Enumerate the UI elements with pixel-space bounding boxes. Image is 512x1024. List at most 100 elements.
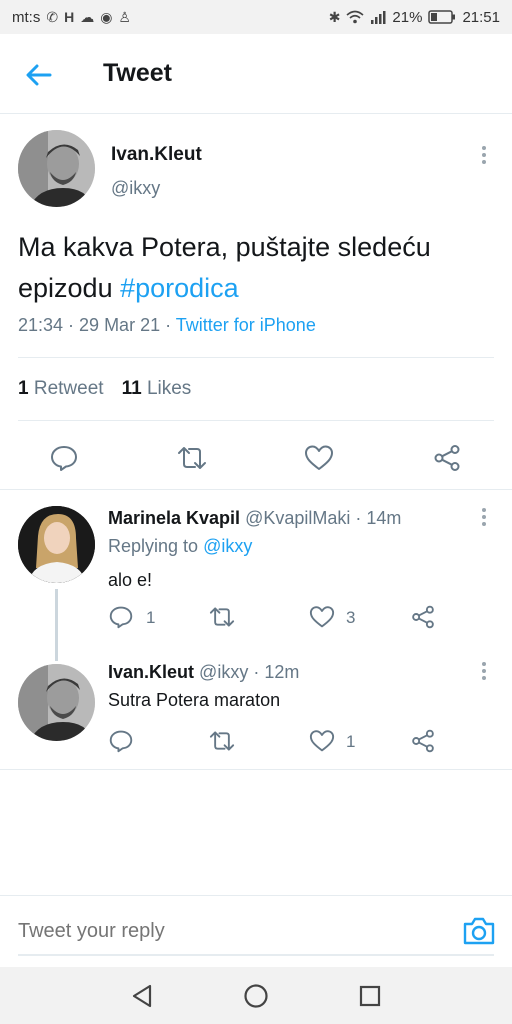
dot (482, 160, 486, 164)
share-button[interactable] (410, 728, 436, 754)
retweet-button[interactable] (207, 728, 237, 754)
likes-count: 11 (121, 378, 142, 399)
square-recents-icon (359, 985, 381, 1007)
reply-author-name[interactable]: Marinela Kvapil (108, 508, 240, 528)
call-icon: ✆ (46, 8, 59, 25)
like-button[interactable] (309, 728, 335, 754)
reply-meta: @ikxy · 12m (199, 662, 300, 682)
share-icon (412, 729, 434, 753)
page-title: Tweet (103, 59, 172, 87)
heart-icon (309, 606, 335, 628)
dot (482, 522, 486, 526)
share-button[interactable] (410, 604, 436, 630)
tweet-meta: 21:34 · 29 Mar 21 · Twitter for iPhone (18, 315, 316, 336)
notification-h-icon: H (64, 9, 75, 25)
replying-label: Replying to (108, 536, 204, 556)
dot (482, 676, 486, 680)
heart-icon (305, 445, 333, 470)
camera-button[interactable] (462, 916, 496, 946)
author-handle[interactable]: @ikxy (111, 178, 160, 199)
status-bar: mt:s ✆ H ☁ ◉ ♙ ✱ 21% 21:51 (0, 0, 512, 34)
divider (18, 420, 494, 421)
nav-recents-button[interactable] (356, 982, 384, 1010)
reply-tweet[interactable]: Marinela Kvapil @KvapilMaki · 14m Replyi… (0, 490, 512, 658)
reply-author-name[interactable]: Ivan.Kleut (108, 662, 194, 682)
likes-stat[interactable]: 11 Likes (122, 378, 192, 400)
bluetooth-icon: ✱ (328, 8, 341, 25)
dot (482, 146, 486, 150)
author-avatar[interactable] (18, 130, 95, 207)
reply-header: Marinela Kvapil @KvapilMaki · 14m (108, 508, 401, 529)
circle-home-icon (244, 984, 268, 1008)
dot (482, 508, 486, 512)
reply-count: 1 (146, 608, 156, 627)
share-icon (412, 605, 434, 629)
dot (482, 669, 486, 673)
reply-actions: 1 3 (0, 604, 512, 634)
reply-input[interactable] (18, 920, 418, 943)
reply-icon (109, 606, 133, 629)
status-right: ✱ 21% 21:51 (329, 9, 500, 26)
likes-label: Likes (146, 378, 192, 399)
chrome-icon: ◉ (100, 8, 113, 25)
top-app-bar: Tweet (0, 34, 512, 114)
signal-icon (371, 11, 386, 24)
dot (482, 515, 486, 519)
like-count: 1 (346, 732, 356, 751)
reply-more-button[interactable] (474, 656, 494, 686)
reply-compose-bar (0, 895, 512, 967)
system-nav-bar (0, 967, 512, 1024)
camera-icon (463, 917, 495, 945)
carrier-label: mt:s (12, 8, 41, 26)
back-arrow-icon (26, 64, 52, 86)
battery-percent: 21% (392, 8, 423, 26)
reply-tweet[interactable]: Ivan.Kleut @ikxy · 12m Sutra Potera mara… (0, 650, 512, 770)
like-count: 3 (346, 608, 356, 627)
hashtag-link[interactable]: #porodica (120, 273, 239, 303)
retweet-icon (209, 731, 235, 751)
share-button[interactable] (431, 442, 463, 474)
dot (482, 153, 486, 157)
retweet-icon (178, 447, 206, 469)
reply-icon (109, 730, 133, 753)
back-button[interactable] (22, 58, 56, 92)
retweet-button[interactable] (176, 442, 208, 474)
reply-button[interactable] (48, 442, 80, 474)
user-alert-icon: ♙ (118, 8, 131, 25)
cloud-icon: ☁ (80, 8, 95, 25)
like-button[interactable] (303, 442, 335, 474)
tweet-text: Ma kakva Potera, puštajte sledeću epizod… (18, 227, 488, 309)
nav-home-button[interactable] (242, 982, 270, 1010)
heart-icon (309, 730, 335, 752)
replying-mention-link[interactable]: @ikxy (203, 536, 252, 556)
reply-icon (51, 446, 77, 471)
reply-more-button[interactable] (474, 502, 494, 532)
clock: 21:51 (462, 8, 500, 26)
tweet-source-link[interactable]: Twitter for iPhone (176, 315, 316, 335)
reply-text: alo e! (108, 570, 153, 590)
input-underline (18, 954, 494, 956)
reply-button[interactable] (108, 728, 134, 754)
tweet-stats: 1 Retweet 11 Likes (18, 378, 191, 400)
retweet-label: Retweet (33, 378, 104, 399)
retweet-button[interactable] (207, 604, 237, 630)
triangle-back-icon (132, 984, 152, 1008)
author-name[interactable]: Ivan.Kleut (111, 144, 202, 166)
reply-author-avatar[interactable] (18, 506, 95, 583)
share-icon (434, 445, 460, 471)
like-button[interactable] (309, 604, 335, 630)
reply-button[interactable] (108, 604, 134, 630)
reply-header: Ivan.Kleut @ikxy · 12m (108, 662, 299, 683)
dot (482, 662, 486, 666)
more-options-button[interactable] (474, 140, 494, 170)
tweet-actions (0, 432, 512, 488)
status-left: mt:s ✆ H ☁ ◉ ♙ (12, 9, 131, 26)
reply-text: Sutra Potera maraton (108, 690, 281, 710)
avatar-photo (18, 130, 95, 207)
avatar-photo (18, 506, 95, 583)
reply-meta: @KvapilMaki · 14m (245, 508, 402, 528)
reply-actions: 1 (0, 728, 512, 758)
retweet-stat[interactable]: 1 Retweet (18, 378, 104, 400)
divider (0, 769, 512, 770)
nav-back-button[interactable] (128, 982, 156, 1010)
